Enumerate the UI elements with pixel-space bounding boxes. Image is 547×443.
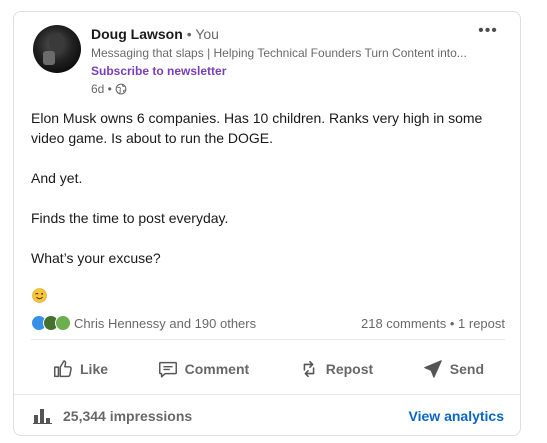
comment-bubble-icon [158,361,177,378]
impressions-stat: 25,344 impressions [33,408,192,424]
like-button[interactable]: Like [28,354,132,384]
post-paragraph: Elon Musk owns 6 companies. Has 10 child… [31,110,483,146]
comment-button[interactable]: Comment [133,354,274,384]
comment-label: Comment [184,361,250,377]
like-label: Like [80,361,109,377]
divider [14,394,520,395]
bar-chart-icon [33,409,52,424]
impressions-count: 25,344 impressions [63,408,193,424]
post-paragraph: Finds the time to post everyday. [31,210,229,226]
author-headline: Messaging that slaps | Helping Technical… [91,46,467,60]
repost-button[interactable]: Repost [274,354,397,384]
globe-icon [115,83,127,95]
post-meta: 6d • [91,82,127,96]
you-label: • You [186,26,219,42]
post-text: Elon Musk owns 6 companies. Has 10 child… [31,108,501,288]
repost-arrows-icon [303,360,315,378]
send-label: Send [449,361,484,377]
avatar-head-shape [49,33,65,53]
posted-time: 6d • [91,82,112,96]
divider [31,339,505,340]
reaction-icons[interactable] [31,315,71,331]
author-name-row: Doug Lawson • You [91,26,219,42]
repost-label: Repost [325,361,374,377]
more-options-button[interactable]: ••• [476,22,500,42]
thumbs-up-icon [54,360,72,378]
send-button[interactable]: Send [398,354,508,384]
view-analytics-link[interactable]: View analytics [409,408,504,424]
comments-reposts-link[interactable]: 218 comments • 1 repost [361,316,505,331]
action-bar: Like Comment Repost Send [28,354,508,384]
social-counts: Chris Hennessy and 190 others 218 commen… [31,314,505,334]
author-name[interactable]: Doug Lawson [91,26,183,42]
post-paragraph: What’s your excuse? [31,250,161,266]
post-paragraph: And yet. [31,170,83,186]
support-reaction-icon [55,315,71,331]
post-card: Doug Lawson • You Messaging that slaps |… [13,11,521,436]
reactors-link[interactable]: Chris Hennessy and 190 others [74,316,256,331]
avatar-microphone-shape [43,51,55,65]
author-avatar[interactable] [33,25,81,73]
winking-face-emoji [32,288,47,303]
paper-plane-icon [423,360,442,378]
subscribe-newsletter-link[interactable]: Subscribe to newsletter [91,64,226,78]
